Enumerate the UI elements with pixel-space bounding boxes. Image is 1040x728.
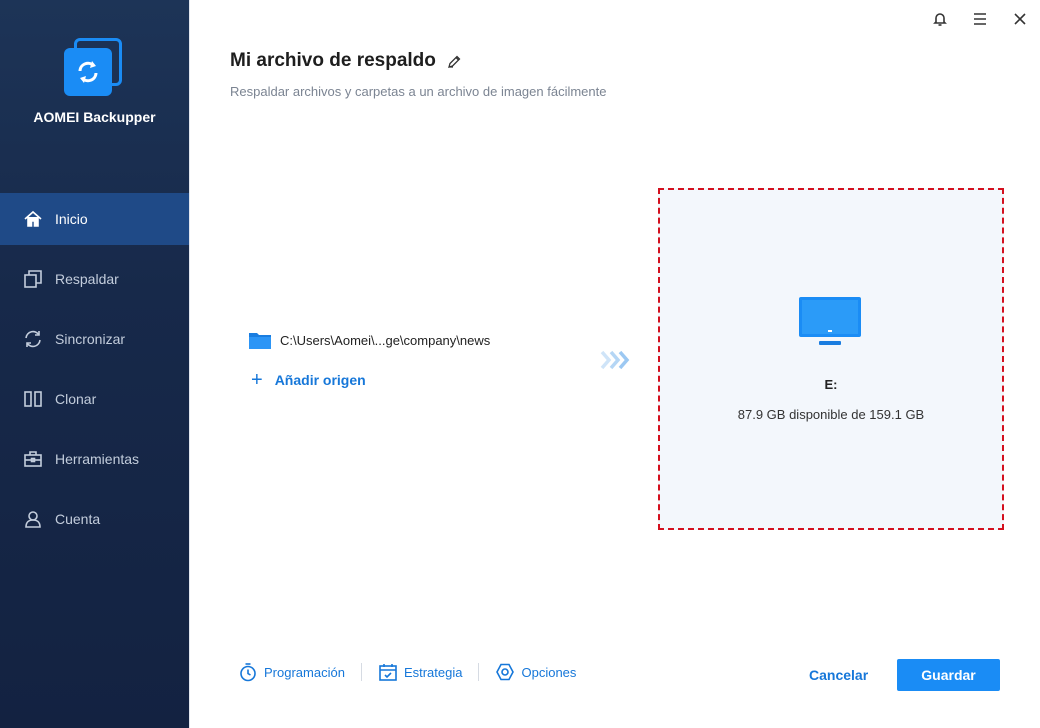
direction-arrows-icon [600,349,632,371]
sidebar-item-herramientas[interactable]: Herramientas [0,433,189,485]
schedule-button[interactable]: Programación [238,662,345,682]
sync-arrows-icon [78,61,98,83]
destination-drive: E: [824,377,838,392]
sidebar-item-label: Respaldar [55,271,119,287]
home-icon [22,208,44,230]
plus-icon: + [251,369,263,391]
pencil-icon [447,55,461,68]
toolbox-icon [22,448,44,470]
gear-icon [496,663,515,681]
sidebar-item-respaldar[interactable]: Respaldar [0,253,189,305]
sync-icon [22,328,44,350]
cancel-button[interactable]: Cancelar [809,667,868,683]
sidebar-item-label: Herramientas [55,451,140,467]
sidebar-item-label: Clonar [55,391,97,407]
user-icon [22,508,44,530]
strategy-label: Estrategia [403,664,463,680]
page-subtitle: Respaldar archivos y carpetas a un archi… [230,84,607,99]
stopwatch-icon [240,663,256,682]
add-source-button[interactable]: + Añadir origen [251,369,366,391]
monitor-icon [799,297,861,354]
add-source-label: Añadir origen [274,372,366,388]
options-label: Opciones [521,664,577,680]
schedule-label: Programación [264,664,345,680]
sidebar-item-sincronizar[interactable]: Sincronizar [0,313,189,365]
footer-options: Programación Estrategia Opciones [238,662,576,682]
sidebar-item-label: Inicio [55,211,88,227]
sidebar-item-label: Cuenta [55,511,101,527]
app-logo [64,38,124,98]
backup-icon [22,268,44,290]
sidebar-item-label: Sincronizar [55,331,126,347]
destination-box[interactable]: E: 87.9 GB disponible de 159.1 GB [658,188,1004,530]
source-item[interactable]: C:\Users\Aomei\...ge\company\news [248,330,490,350]
folder-icon [249,333,271,349]
bell-icon [933,13,947,26]
title-row: Mi archivo de respaldo [230,50,462,72]
options-button[interactable]: Opciones [495,662,576,682]
sidebar: AOMEI Backupper Inicio Respaldar Sincron… [0,0,189,728]
divider [360,663,362,681]
save-button[interactable]: Guardar [897,659,1000,691]
sidebar-item-cuenta[interactable]: Cuenta [0,493,189,545]
page-title: Mi archivo de respaldo [230,50,436,71]
title-bar [920,0,1040,38]
close-button[interactable] [1000,0,1040,38]
close-icon [1014,13,1026,25]
main-panel: Mi archivo de respaldo Respaldar archivo… [189,0,1040,728]
menu-button[interactable] [960,0,1000,38]
divider [478,663,480,681]
sidebar-nav: Inicio Respaldar Sincronizar Clonar Herr… [0,193,189,553]
source-path: C:\Users\Aomei\...ge\company\news [280,332,491,348]
hamburger-icon [974,13,986,25]
strategy-button[interactable]: Estrategia [378,662,463,682]
notification-button[interactable] [920,0,960,38]
app-name: AOMEI Backupper [33,109,156,125]
destination-space: 87.9 GB disponible de 159.1 GB [737,407,925,422]
edit-title-button[interactable] [447,54,462,69]
sidebar-item-clonar[interactable]: Clonar [0,373,189,425]
sidebar-item-inicio[interactable]: Inicio [0,193,189,245]
clone-icon [22,388,44,410]
calendar-icon [379,664,397,681]
